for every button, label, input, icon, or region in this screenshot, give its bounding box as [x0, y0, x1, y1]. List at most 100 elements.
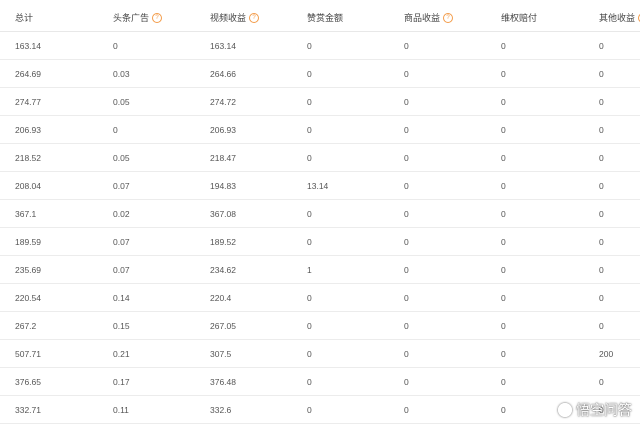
- table-cell: 367.08: [210, 209, 236, 219]
- table-cell: 0: [599, 97, 604, 107]
- table-cell: 0: [599, 153, 604, 163]
- table-row: 332.71 0.11 332.6 0 0 0 0: [0, 396, 640, 424]
- table-cell: 332.6: [210, 405, 232, 415]
- table-cell: 0: [501, 237, 506, 247]
- table-cell: 0: [307, 209, 312, 219]
- table-cell: 264.66: [210, 69, 236, 79]
- header-video-income: 视频收益?: [210, 4, 260, 32]
- table-cell: 0: [501, 321, 506, 331]
- table-cell: 0: [501, 293, 506, 303]
- table-cell: 0: [404, 41, 409, 51]
- table-cell: 220.4: [210, 293, 232, 303]
- table-row: 267.2 0.15 267.05 0 0 0 0: [0, 312, 640, 340]
- help-icon[interactable]: ?: [152, 12, 163, 23]
- header-reward-amount: 赞赏金额: [307, 13, 344, 23]
- table-cell: 0.05: [113, 97, 130, 107]
- table-cell: 0: [404, 349, 409, 359]
- table-cell: 0: [599, 209, 604, 219]
- table-cell: 0: [501, 377, 506, 387]
- table-cell: 0: [307, 293, 312, 303]
- table-cell: 206.93: [210, 125, 236, 135]
- table-cell: 0: [599, 293, 604, 303]
- table-cell: 0: [501, 181, 506, 191]
- table-cell: 0: [404, 97, 409, 107]
- table-cell: 0: [113, 41, 118, 51]
- table-cell: 0: [501, 209, 506, 219]
- table-cell: 0: [404, 293, 409, 303]
- table-cell: 13.14: [307, 181, 329, 191]
- table-row: 206.93 0 206.93 0 0 0 0: [0, 116, 640, 144]
- table-cell: 0: [501, 153, 506, 163]
- table-cell: 163.14: [210, 41, 236, 51]
- table-cell: 0.07: [113, 237, 130, 247]
- table-cell: 0: [404, 265, 409, 275]
- table-cell: 376.65: [15, 377, 41, 387]
- table-cell: 189.59: [15, 237, 41, 247]
- table-cell: 200: [599, 349, 614, 359]
- table-cell: 0: [404, 69, 409, 79]
- table-cell: 0: [404, 405, 409, 415]
- table-cell: 264.69: [15, 69, 41, 79]
- table-cell: 0: [501, 41, 506, 51]
- table-cell: 0: [113, 125, 118, 135]
- table-cell: 234.62: [210, 265, 236, 275]
- table-cell: 367.1: [15, 209, 37, 219]
- table-cell: 307.5: [210, 349, 232, 359]
- table-cell: 0: [307, 69, 312, 79]
- income-table: 总计 头条广告? 视频收益? 赞赏金额 商品收益? 维权赔付 其他收益? 163…: [0, 0, 640, 429]
- table-cell: 0: [404, 125, 409, 135]
- table-cell: 0: [307, 321, 312, 331]
- table-cell: 0: [501, 97, 506, 107]
- table-cell: 267.2: [15, 321, 37, 331]
- table-cell: 0: [307, 41, 312, 51]
- table-cell: 0: [599, 41, 604, 51]
- table-cell: 235.69: [15, 265, 41, 275]
- table-cell: 0: [307, 153, 312, 163]
- table-cell: 0.21: [113, 349, 130, 359]
- table-cell: 0.03: [113, 69, 130, 79]
- table-cell: 0.07: [113, 181, 130, 191]
- help-icon[interactable]: ?: [249, 12, 260, 23]
- table-cell: 0: [501, 125, 506, 135]
- table-cell: 0: [501, 69, 506, 79]
- table-cell: 0: [307, 97, 312, 107]
- table-cell: 206.93: [15, 125, 41, 135]
- header-other-income: 其他收益?: [599, 4, 640, 32]
- table-cell: 0: [404, 321, 409, 331]
- table-cell: 0.15: [113, 321, 130, 331]
- table-cell: 0: [404, 153, 409, 163]
- table-cell: 163.14: [15, 41, 41, 51]
- table-cell: 267.05: [210, 321, 236, 331]
- table-cell: 0: [307, 405, 312, 415]
- table-row: 218.52 0.05 218.47 0 0 0 0: [0, 144, 640, 172]
- table-cell: 208.04: [15, 181, 41, 191]
- table-cell: 0: [307, 125, 312, 135]
- table-cell: 0: [307, 377, 312, 387]
- table-row: 367.1 0.02 367.08 0 0 0 0: [0, 200, 640, 228]
- table-cell: 189.52: [210, 237, 236, 247]
- table-cell: 274.77: [15, 97, 41, 107]
- table-row: 208.04 0.07 194.83 13.14 0 0 0: [0, 172, 640, 200]
- table-cell: 0.02: [113, 209, 130, 219]
- table-row: 163.14 0 163.14 0 0 0 0: [0, 32, 640, 60]
- table-cell: 0.14: [113, 293, 130, 303]
- table-cell: 0.11: [113, 405, 129, 415]
- table-cell: 0: [599, 181, 604, 191]
- table-cell: 220.54: [15, 293, 41, 303]
- table-cell: 0: [501, 265, 506, 275]
- table-row: 220.54 0.14 220.4 0 0 0 0: [0, 284, 640, 312]
- table-cell: 0: [404, 209, 409, 219]
- help-icon[interactable]: ?: [443, 12, 454, 23]
- table-cell: 0: [599, 237, 604, 247]
- table-cell: 376.48: [210, 377, 236, 387]
- header-product-income: 商品收益?: [404, 4, 454, 32]
- table-row: 189.59 0.07 189.52 0 0 0 0: [0, 228, 640, 256]
- table-cell: 218.52: [15, 153, 41, 163]
- table-cell: 218.47: [210, 153, 236, 163]
- table-cell: 0: [599, 377, 604, 387]
- table-row: 235.69 0.07 234.62 1 0 0 0: [0, 256, 640, 284]
- table-cell: 507.71: [15, 349, 41, 359]
- table-cell: 274.72: [210, 97, 236, 107]
- table-cell: 0: [599, 405, 604, 415]
- table-cell: 0: [599, 265, 604, 275]
